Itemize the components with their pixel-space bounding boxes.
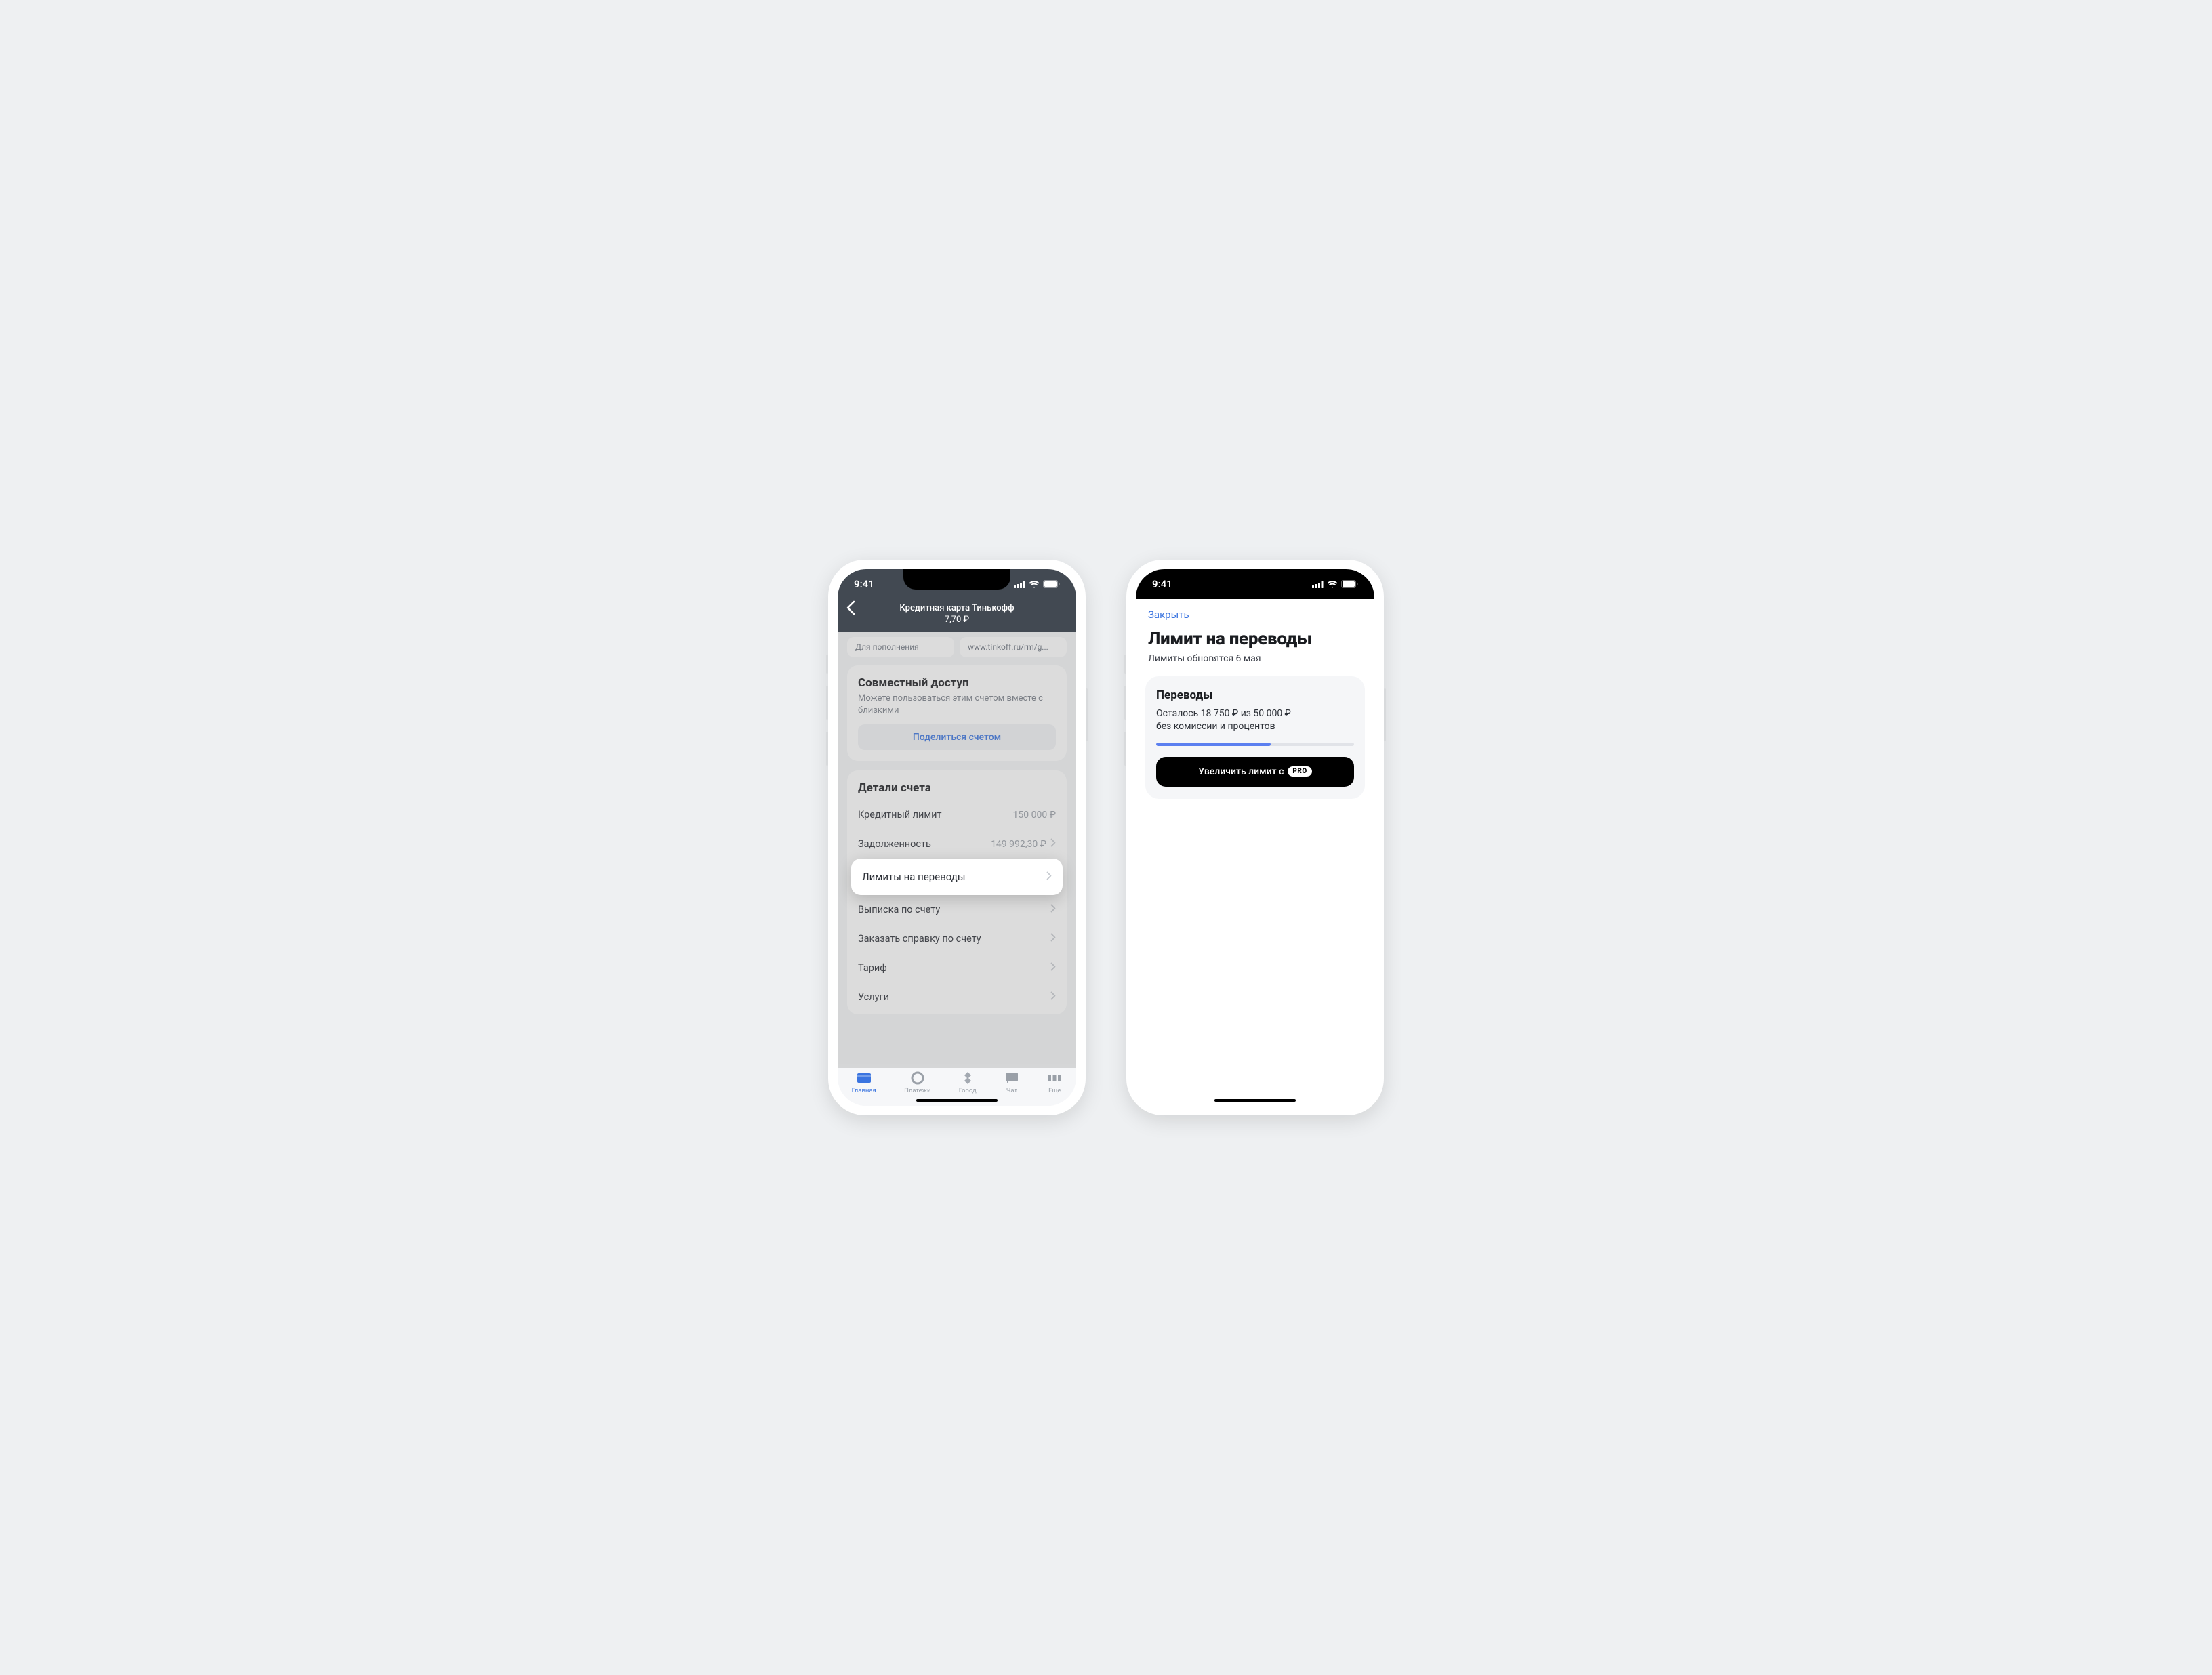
details-title: Детали счета [847, 780, 1067, 800]
nav-subtitle: 7,70 ₽ [838, 615, 1076, 625]
shared-access-title: Совместный доступ [858, 676, 1056, 690]
limit-card-text: Осталось 18 750 ₽ из 50 000 ₽ без комисс… [1156, 707, 1354, 733]
cellular-signal-icon [1312, 581, 1324, 588]
sheet-subtitle: Лимиты обновятся 6 мая [1136, 653, 1374, 676]
row-transfer-limits[interactable]: Лимиты на переводы [851, 859, 1063, 895]
row-label: Тариф [858, 962, 887, 974]
row-label: Услуги [858, 991, 889, 1003]
limit-note: без комиссии и процентов [1156, 721, 1275, 732]
tab-chat[interactable]: Чат [1004, 1071, 1019, 1094]
cellular-signal-icon [1014, 581, 1025, 588]
limit-remaining: Осталось 18 750 ₽ из 50 000 ₽ [1156, 708, 1291, 719]
row-order-reference[interactable]: Заказать справку по счету [847, 924, 1067, 953]
chat-icon [1004, 1071, 1019, 1085]
circle-icon [910, 1071, 925, 1085]
limit-progress-bar [1156, 743, 1354, 746]
chevron-right-icon [1050, 904, 1056, 915]
nav-title: Кредитная карта Тинькофф [838, 603, 1076, 613]
tab-payments[interactable]: Платежи [904, 1071, 930, 1094]
tab-label: Платежи [904, 1087, 930, 1094]
battery-icon [1341, 580, 1358, 588]
account-details: Детали счета Кредитный лимит 150 000 ₽ З… [847, 770, 1067, 1014]
row-debt[interactable]: Задолженность 149 992,30 ₽ [847, 829, 1067, 859]
home-indicator[interactable] [916, 1099, 998, 1102]
home-indicator[interactable] [1214, 1099, 1296, 1102]
chevron-right-icon [1050, 962, 1056, 974]
row-tariff[interactable]: Тариф [847, 953, 1067, 983]
shared-access-desc: Можете пользоваться этим счетом вместе с… [858, 692, 1056, 716]
row-value: 149 992,30 ₽ [991, 839, 1046, 850]
wifi-icon [1029, 581, 1040, 588]
tab-label: Еще [1048, 1087, 1061, 1094]
row-label: Задолженность [858, 838, 931, 850]
row-credit-limit[interactable]: Кредитный лимит 150 000 ₽ [847, 800, 1067, 829]
row-label: Выписка по счету [858, 904, 940, 915]
row-label: Кредитный лимит [858, 809, 942, 821]
notch [903, 569, 1010, 590]
status-time: 9:41 [854, 578, 874, 590]
share-account-button[interactable]: Поделиться счетом [858, 724, 1056, 750]
close-button[interactable]: Закрыть [1136, 599, 1374, 626]
battery-icon [1043, 580, 1060, 588]
pro-button-text: Увеличить лимит с [1198, 766, 1284, 777]
tab-label: Город [959, 1087, 977, 1094]
more-icon [1047, 1071, 1062, 1085]
limit-card: Переводы Осталось 18 750 ₽ из 50 000 ₽ б… [1145, 676, 1365, 799]
status-time: 9:41 [1152, 578, 1172, 590]
phone-right: 9:41 Закрыть Лимит на переводы Лимиты об… [1126, 560, 1384, 1115]
chevron-right-icon [1050, 838, 1056, 850]
phone-left: 9:41 Кредитная карта Тинь [828, 560, 1086, 1115]
card-icon [857, 1071, 872, 1085]
back-chevron-icon[interactable] [846, 600, 855, 618]
tab-label: Главная [852, 1087, 876, 1094]
row-services[interactable]: Услуги [847, 983, 1067, 1012]
tab-home[interactable]: Главная [852, 1071, 876, 1094]
diamond-icon [960, 1071, 975, 1085]
row-statement[interactable]: Выписка по счету [847, 895, 1067, 924]
increase-limit-button[interactable]: Увеличить лимит с PRO [1156, 757, 1354, 787]
nav-header: Кредитная карта Тинькофф 7,70 ₽ [838, 599, 1076, 632]
tab-label: Чат [1006, 1087, 1017, 1094]
chip-topup[interactable]: Для пополнения [847, 637, 954, 657]
shared-access-card: Совместный доступ Можете пользоваться эт… [847, 665, 1067, 761]
limit-progress-fill [1156, 743, 1271, 746]
row-label: Лимиты на переводы [862, 871, 965, 883]
chevron-right-icon [1050, 991, 1056, 1003]
tab-city[interactable]: Город [959, 1071, 977, 1094]
chevron-right-icon [1046, 871, 1052, 883]
notch [1202, 569, 1309, 590]
wifi-icon [1327, 581, 1338, 588]
limit-card-title: Переводы [1156, 688, 1354, 702]
row-value: 150 000 ₽ [1013, 810, 1056, 821]
chip-link[interactable]: www.tinkoff.ru/rm/g... [960, 637, 1067, 657]
pro-badge: PRO [1288, 766, 1311, 777]
row-label: Заказать справку по счету [858, 933, 981, 945]
chevron-right-icon [1050, 933, 1056, 945]
tab-more[interactable]: Еще [1047, 1071, 1062, 1094]
sheet-title: Лимит на переводы [1136, 626, 1374, 653]
